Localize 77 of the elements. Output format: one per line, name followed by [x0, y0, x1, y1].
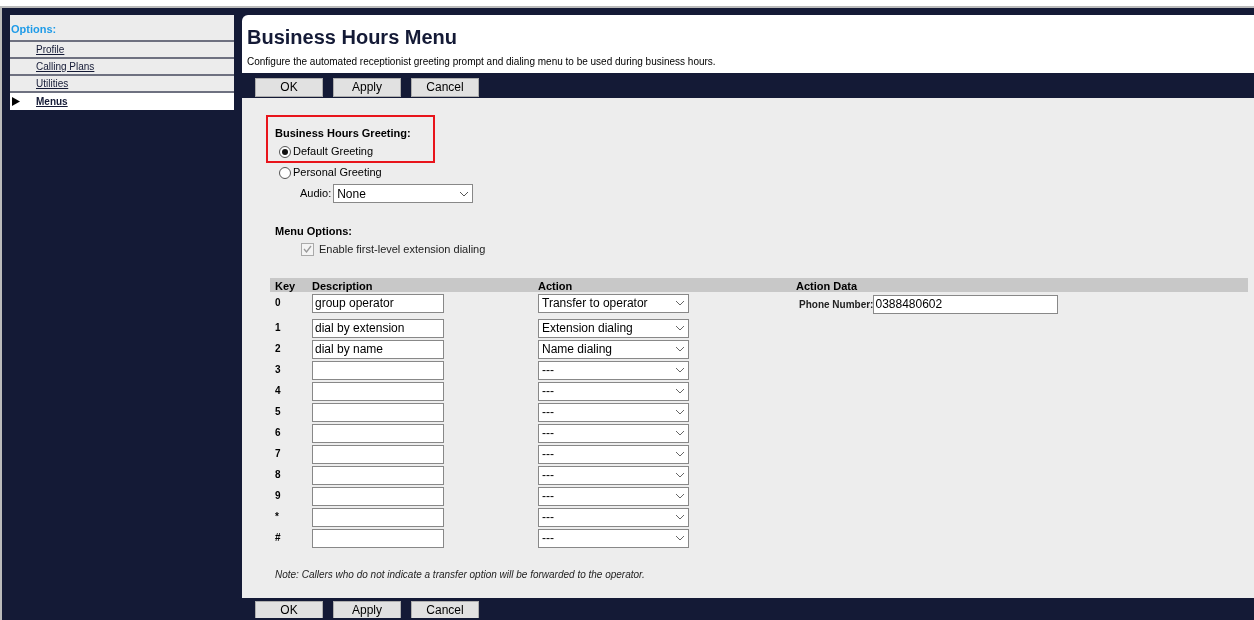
key-label: 1 [275, 320, 282, 335]
caret-icon [675, 514, 685, 520]
toolbar-button[interactable]: OK [255, 78, 323, 97]
key-label: 5 [275, 404, 282, 419]
caret-icon [675, 451, 685, 457]
audio-label: Audio: [300, 186, 332, 202]
section-heading: Business Hours Greeting: [275, 126, 412, 141]
toolbar-button[interactable]: Cancel [411, 78, 479, 97]
audio-select[interactable]: None [333, 184, 474, 203]
description-field[interactable] [312, 423, 444, 443]
caret-icon [675, 325, 685, 331]
description-field[interactable] [312, 444, 444, 464]
action-select[interactable]: --- [538, 423, 689, 443]
action-select[interactable]: --- [538, 381, 689, 401]
action-select[interactable]: --- [538, 402, 689, 422]
description-field[interactable]: dial by name [312, 339, 444, 359]
caret-icon [675, 472, 685, 478]
description-field[interactable] [312, 528, 444, 548]
key-label: # [275, 530, 282, 545]
description-field[interactable] [312, 402, 444, 422]
radio-button[interactable] [279, 166, 291, 179]
description-field[interactable] [312, 486, 444, 506]
column-header: Action [538, 278, 574, 294]
section-heading: Menu Options: [275, 224, 353, 238]
toolbar-button[interactable]: OK [255, 601, 323, 618]
toolbar-button[interactable]: Apply [333, 78, 401, 97]
key-label: 9 [275, 488, 282, 503]
key-label: 7 [275, 446, 282, 461]
column-header: Key [275, 278, 297, 294]
action-select[interactable]: Name dialing [538, 339, 689, 359]
key-label: 8 [275, 467, 282, 482]
key-label: 0 [275, 295, 282, 310]
page-description: Configure the automated receptionist greeting prompt and dialing menu to be used during business hours. [247, 55, 717, 69]
caret-icon [675, 535, 685, 541]
sidebar-item[interactable]: Calling Plans [10, 58, 234, 76]
key-label: 3 [275, 362, 282, 377]
sidebar-heading: Options: [10, 15, 234, 42]
description-field[interactable]: group operator [312, 293, 444, 313]
toolbar-button[interactable]: Apply [333, 601, 401, 618]
radio-label: Default Greeting [293, 144, 374, 160]
caret-icon [675, 367, 685, 373]
note-text: Note: Callers who do not indicate a transfer option will be forwarded to the operator. [275, 567, 646, 582]
action-select[interactable]: --- [538, 528, 689, 548]
caret-icon [675, 430, 685, 436]
action-select[interactable]: --- [538, 465, 689, 485]
caret-icon [459, 190, 470, 197]
caret-icon [675, 346, 685, 352]
column-header: Action Data [796, 278, 859, 294]
caret-icon [675, 409, 685, 415]
sidebar-item[interactable]: Profile [10, 41, 234, 59]
caret-icon [675, 493, 685, 499]
description-field[interactable] [312, 360, 444, 380]
description-field[interactable] [312, 507, 444, 527]
key-label: 2 [275, 341, 282, 356]
action-select[interactable]: Transfer to operator [538, 293, 689, 313]
action-select[interactable]: Extension dialing [538, 318, 689, 338]
caret-icon [675, 300, 685, 306]
key-label: * [275, 509, 280, 524]
radio-label: Personal Greeting [293, 165, 382, 181]
radio-button[interactable] [279, 145, 291, 158]
description-field[interactable]: dial by extension [312, 318, 444, 338]
phone-number-field[interactable]: 0388480602 [873, 294, 1059, 314]
action-select[interactable]: --- [538, 444, 689, 464]
action-select[interactable]: --- [538, 507, 689, 527]
key-label: 6 [275, 425, 282, 440]
checkbox-label: Enable first-level extension dialing [319, 242, 486, 257]
toolbar-button[interactable]: Cancel [411, 601, 479, 618]
pointer-icon [12, 96, 20, 106]
action-select[interactable]: --- [538, 360, 689, 380]
page-title: Business Hours Menu [247, 25, 459, 49]
description-field[interactable] [312, 381, 444, 401]
caret-icon [675, 388, 685, 394]
description-field[interactable] [312, 465, 444, 485]
phone-number-label: Phone Number: [799, 297, 874, 312]
column-header: Description [312, 278, 374, 294]
key-label: 4 [275, 383, 282, 398]
action-select[interactable]: --- [538, 486, 689, 506]
